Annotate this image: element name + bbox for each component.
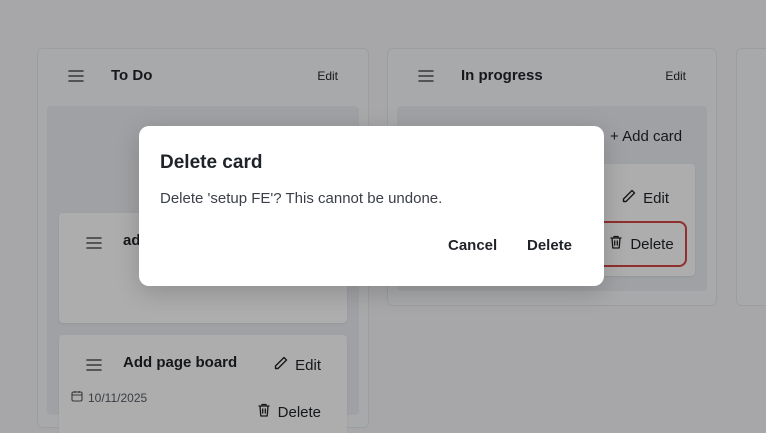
cancel-button[interactable]: Cancel xyxy=(448,237,497,254)
delete-card-dialog: Delete card Delete 'setup FE'? This cann… xyxy=(139,126,604,286)
dialog-message: Delete 'setup FE'? This cannot be undone… xyxy=(160,190,443,207)
confirm-delete-button[interactable]: Delete xyxy=(527,237,572,254)
dialog-title: Delete card xyxy=(160,152,263,173)
